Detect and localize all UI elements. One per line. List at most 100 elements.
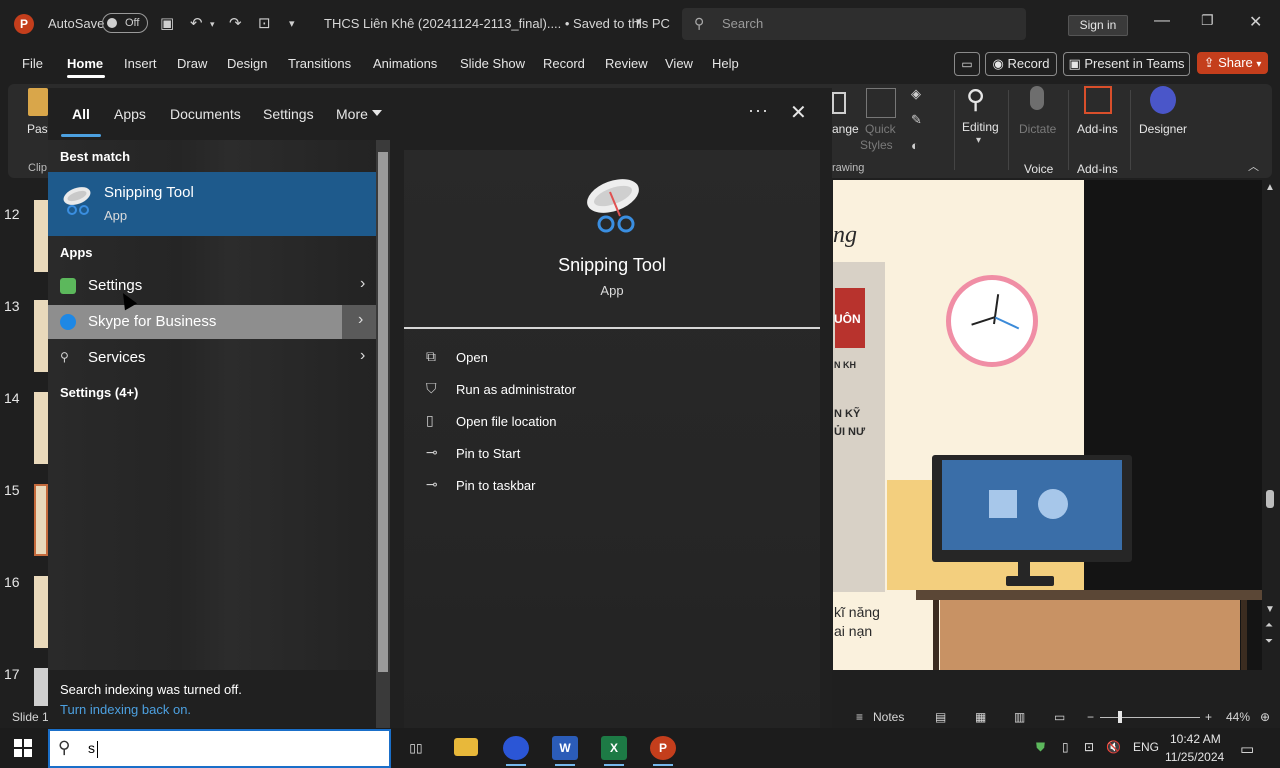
slide-thumbnail[interactable] — [34, 200, 48, 272]
menu-design[interactable]: Design — [227, 56, 267, 71]
turn-indexing-on-link[interactable]: Turn indexing back on. — [60, 702, 191, 717]
zoom-level[interactable]: 44% — [1226, 710, 1250, 724]
menu-insert[interactable]: Insert — [124, 56, 157, 71]
close-window-icon[interactable]: ✕ — [1249, 12, 1262, 32]
paste-icon[interactable] — [28, 88, 48, 116]
restore-icon[interactable]: ❐ — [1201, 12, 1214, 29]
shape-outline-icon[interactable]: ✎ — [911, 112, 922, 128]
results-scrollbar-thumb[interactable] — [378, 152, 388, 672]
reading-view-icon[interactable]: ▥ — [1014, 710, 1025, 724]
sign-in-button[interactable]: Sign in — [1068, 15, 1128, 36]
zoom-out-icon[interactable]: − — [1087, 710, 1094, 724]
arrange-label[interactable]: ange — [832, 122, 859, 136]
minimize-icon[interactable]: — — [1154, 12, 1170, 30]
zoom-slider-thumb[interactable] — [1118, 711, 1122, 723]
microphone-icon[interactable] — [1030, 86, 1044, 110]
chevron-down-icon[interactable]: ▾ — [976, 135, 981, 146]
normal-view-icon[interactable]: ▤ — [935, 710, 946, 724]
menu-file[interactable]: File — [22, 56, 43, 71]
slide-thumbnail[interactable] — [34, 392, 48, 464]
record-button[interactable]: ◉ Record — [985, 52, 1057, 76]
tab-all[interactable]: All — [72, 106, 90, 122]
result-expand-button[interactable]: › — [342, 305, 376, 339]
present-icon[interactable]: ⊡ — [258, 14, 271, 32]
comments-button[interactable]: ▭ — [954, 52, 980, 76]
slide-thumbnail[interactable] — [34, 576, 48, 648]
usb-icon[interactable]: ▯ — [1062, 740, 1069, 754]
undo-dropdown-icon[interactable]: ▾ — [210, 19, 215, 30]
styles-label[interactable]: Styles — [860, 138, 893, 152]
tab-documents[interactable]: Documents — [170, 106, 241, 122]
menu-animations[interactable]: Animations — [373, 56, 437, 71]
zoom-slider[interactable] — [1100, 717, 1200, 718]
slide-thumbnail[interactable] — [34, 668, 48, 706]
collapse-ribbon-icon[interactable]: ︿ — [1248, 158, 1259, 174]
tab-settings[interactable]: Settings — [263, 106, 314, 122]
dictate-label[interactable]: Dictate — [1019, 122, 1056, 136]
designer-icon[interactable] — [1150, 86, 1176, 114]
chevron-right-icon[interactable]: › — [360, 275, 365, 293]
document-title[interactable]: THCS Liên Khê (20241124-2113_final).... … — [324, 16, 670, 31]
result-services[interactable]: ⚲ Services › — [48, 341, 376, 375]
editing-search-icon[interactable]: ⚲ — [966, 84, 985, 115]
redo-icon[interactable]: ↷ — [229, 14, 242, 32]
menu-transitions[interactable]: Transitions — [288, 56, 351, 71]
slide-vertical-scrollbar[interactable] — [1263, 180, 1277, 670]
result-skype-for-business[interactable]: Skype for Business — [48, 305, 342, 339]
autosave-toggle[interactable]: Off — [102, 13, 148, 33]
add-ins-label[interactable]: Add-ins — [1077, 122, 1118, 136]
previous-slide-icon[interactable]: ⏶ — [1265, 620, 1273, 631]
slide-thumbnail[interactable] — [34, 300, 48, 372]
notes-button[interactable]: Notes — [873, 710, 904, 724]
start-button[interactable] — [14, 739, 32, 757]
menu-draw[interactable]: Draw — [177, 56, 207, 71]
clock-date[interactable]: 11/25/2024 — [1165, 750, 1224, 764]
scroll-up-icon[interactable]: ▲ — [1265, 182, 1275, 193]
add-ins-icon[interactable] — [1084, 86, 1112, 114]
next-slide-icon[interactable]: ⏷ — [1265, 636, 1273, 647]
input-language[interactable]: ENG — [1133, 740, 1159, 754]
security-shield-icon[interactable]: ⛊ — [1036, 740, 1045, 755]
menu-record[interactable]: Record — [543, 56, 585, 71]
chevron-down-icon[interactable] — [372, 110, 382, 116]
menu-home[interactable]: Home — [67, 56, 103, 71]
notes-icon[interactable]: ≡ — [856, 710, 863, 724]
notifications-icon[interactable]: ▭ — [1240, 740, 1254, 758]
undo-icon[interactable]: ↶ — [190, 14, 203, 32]
tab-more[interactable]: More — [336, 106, 368, 122]
best-match-snipping-tool[interactable] — [48, 172, 376, 236]
clock-time[interactable]: 10:42 AM — [1170, 732, 1221, 746]
fit-slide-icon[interactable]: ⊕ — [1260, 710, 1270, 724]
customize-toolbar-icon[interactable]: ▾ — [289, 17, 295, 30]
menu-review[interactable]: Review — [605, 56, 648, 71]
zoom-in-icon[interactable]: + — [1205, 710, 1212, 724]
save-icon[interactable]: ▣ — [160, 14, 174, 32]
close-icon[interactable]: ✕ — [790, 100, 807, 125]
slide-thumbnail-selected[interactable] — [34, 484, 48, 556]
firefox-icon[interactable] — [503, 736, 529, 760]
designer-label[interactable]: Designer — [1139, 122, 1187, 136]
menu-view[interactable]: View — [665, 56, 693, 71]
settings-header[interactable]: Settings (4+) — [60, 385, 138, 400]
share-button[interactable]: ⇪ Share ▾ — [1197, 52, 1268, 74]
task-view-icon[interactable]: ▯▯ — [403, 736, 429, 760]
scroll-down-icon[interactable]: ▼ — [1265, 604, 1275, 615]
shape-effects-icon[interactable]: ◐ — [911, 138, 919, 153]
shape-fill-icon[interactable]: ◈ — [911, 86, 921, 102]
menu-slide-show[interactable]: Slide Show — [460, 56, 525, 71]
arrange-icon[interactable] — [832, 92, 846, 114]
chevron-down-icon[interactable]: ▾ — [636, 15, 642, 28]
quick-styles-label[interactable]: Quick — [865, 122, 896, 136]
excel-icon[interactable]: X — [601, 736, 627, 760]
volume-muted-icon[interactable]: 🔇 — [1106, 740, 1121, 754]
file-explorer-icon[interactable] — [454, 738, 478, 756]
quick-styles-icon[interactable] — [866, 88, 896, 118]
powerpoint-taskbar-icon[interactable]: P — [650, 736, 676, 760]
slide-sorter-icon[interactable]: ▦ — [975, 710, 986, 724]
editing-label[interactable]: Editing — [962, 120, 999, 134]
tab-apps[interactable]: Apps — [114, 106, 146, 122]
menu-help[interactable]: Help — [712, 56, 739, 71]
network-icon[interactable]: ⊡ — [1084, 740, 1094, 754]
ppt-search-box[interactable]: ⚲ Search — [682, 8, 1026, 40]
present-in-teams-button[interactable]: ▣ Present in Teams — [1063, 52, 1190, 76]
